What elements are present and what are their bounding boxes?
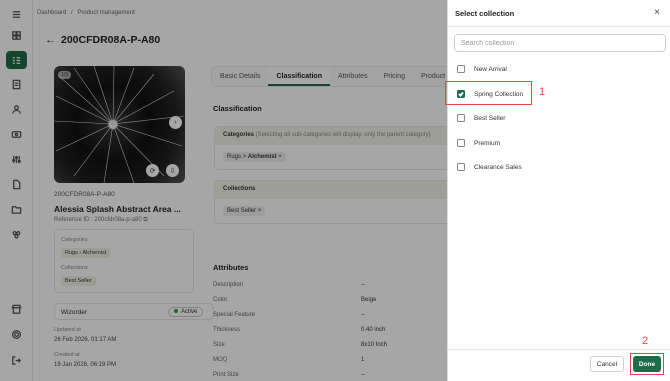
annotation-step-2: 2	[642, 335, 649, 347]
drawer-title: Select collection	[455, 9, 515, 18]
annotation-highlight-step-1	[445, 81, 532, 105]
drawer-footer-divider	[447, 349, 670, 350]
checkbox[interactable]	[457, 65, 465, 73]
option-label: Best Seller	[474, 114, 506, 122]
checkbox[interactable]	[457, 139, 465, 147]
collection-option-new-arrival[interactable]: New Arrival	[457, 62, 507, 76]
cancel-button[interactable]: Cancel	[590, 356, 624, 372]
annotation-step-1: 1	[539, 86, 546, 98]
option-label: Premium	[474, 139, 501, 147]
option-label: Clearance Sales	[474, 163, 522, 171]
collection-option-clearance-sales[interactable]: Clearance Sales	[457, 160, 522, 174]
close-icon[interactable]: ×	[654, 7, 660, 18]
collection-option-best-seller[interactable]: Best Seller	[457, 111, 505, 125]
search-collection-input[interactable]	[454, 34, 666, 52]
modal-backdrop[interactable]	[0, 0, 447, 381]
collection-option-premium[interactable]: Premium	[457, 136, 500, 150]
option-label: New Arrival	[474, 65, 507, 73]
divider	[448, 26, 670, 27]
checkbox[interactable]	[457, 114, 465, 122]
checkbox[interactable]	[457, 163, 465, 171]
done-button[interactable]: Done	[633, 356, 661, 372]
select-collection-drawer: Select collection × New Arrival Spring C…	[447, 0, 670, 381]
